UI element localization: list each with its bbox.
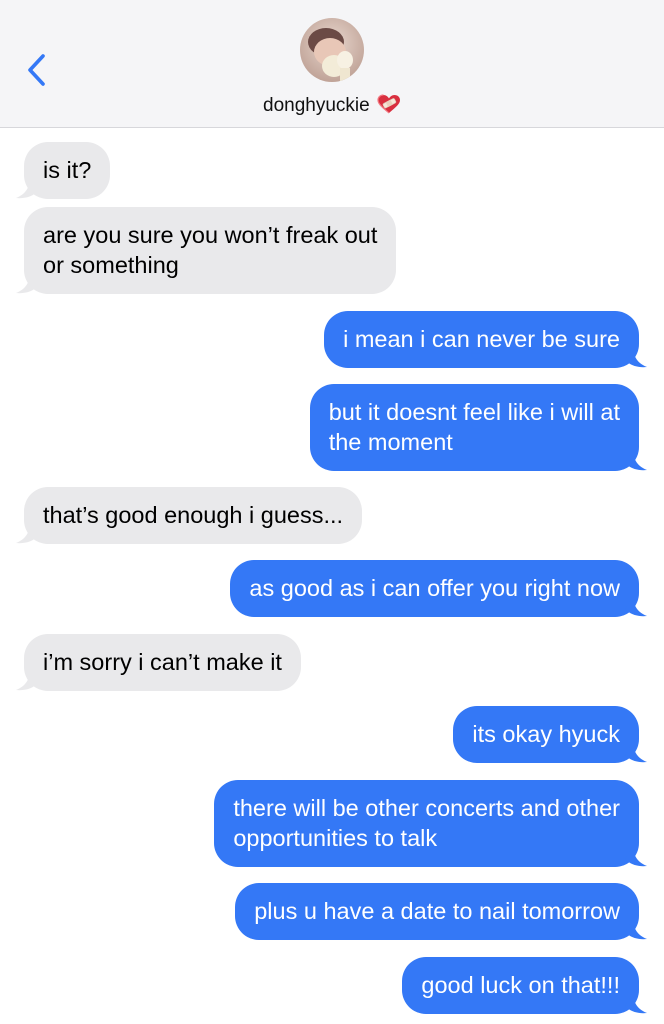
message-bubble-sent[interactable]: good luck on that!!! xyxy=(402,957,647,1014)
message-bubble-sent[interactable]: there will be other concerts and other o… xyxy=(214,780,647,867)
message-bubble-received[interactable]: that’s good enough i guess... xyxy=(16,487,363,544)
bubble-tail xyxy=(16,522,38,544)
message-text: plus u have a date to nail tomorrow xyxy=(254,898,620,924)
message-bubble-sent[interactable]: plus u have a date to nail tomorrow xyxy=(235,883,647,940)
message-bubble-received[interactable]: are you sure you won’t freak out or some… xyxy=(16,207,397,294)
message-list[interactable]: is it? are you sure you won’t freak out … xyxy=(0,128,664,1024)
bubble-tail xyxy=(625,346,647,368)
message-text: is it? xyxy=(43,157,92,183)
message-bubble-sent[interactable]: i mean i can never be sure xyxy=(324,311,647,368)
message-text: the moment xyxy=(328,429,453,455)
conversation-header: donghyuckie xyxy=(0,0,664,128)
contact-name: donghyuckie xyxy=(263,95,370,116)
message-text: that’s good enough i guess... xyxy=(43,502,344,528)
message-bubble-received[interactable]: i’m sorry i can’t make it xyxy=(16,634,301,691)
heart-with-bandage-icon xyxy=(377,94,400,114)
message-text: its okay hyuck xyxy=(472,721,620,747)
message-text: i’m sorry i can’t make it xyxy=(43,649,282,675)
message-text: are you sure you won’t freak out xyxy=(43,222,378,248)
message-bubble-sent[interactable]: its okay hyuck xyxy=(453,706,647,763)
message-text: or something xyxy=(43,252,179,278)
avatar[interactable] xyxy=(300,18,364,82)
message-text: as good as i can offer you right now xyxy=(249,575,620,601)
bubble-tail xyxy=(625,992,647,1014)
chevron-left-icon[interactable] xyxy=(22,52,52,88)
bubble-tail xyxy=(16,177,38,199)
message-bubble-sent[interactable]: as good as i can offer you right now xyxy=(230,560,647,617)
message-text: opportunities to talk xyxy=(233,825,438,851)
bubble-tail xyxy=(625,595,647,617)
bubble-tail xyxy=(625,449,647,471)
message-text: there will be other concerts and other xyxy=(233,795,620,821)
message-bubble-received[interactable]: is it? xyxy=(16,142,111,199)
bubble-tail xyxy=(625,741,647,763)
bubble-tail xyxy=(625,918,647,940)
bubble-tail xyxy=(625,845,647,867)
contact-name-row[interactable]: donghyuckie xyxy=(0,94,664,117)
message-text: good luck on that!!! xyxy=(421,972,620,998)
bubble-tail xyxy=(16,669,38,691)
message-text: but it doesnt feel like i will at xyxy=(328,399,620,425)
bubble-tail xyxy=(16,272,38,294)
message-text: i mean i can never be sure xyxy=(343,326,620,352)
message-bubble-sent[interactable]: but it doesnt feel like i will at the mo… xyxy=(309,384,647,471)
